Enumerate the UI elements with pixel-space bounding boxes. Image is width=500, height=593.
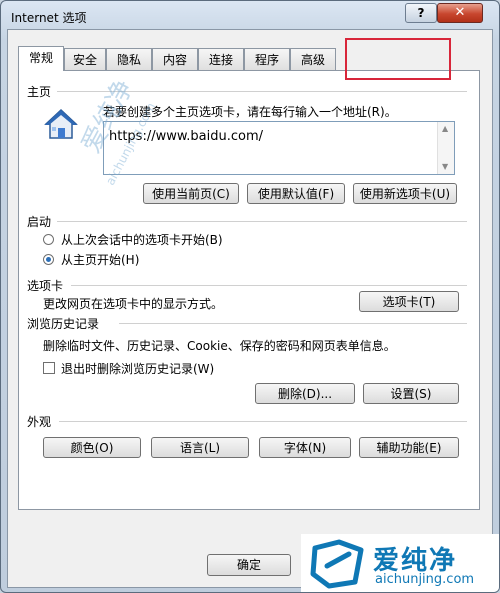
tab-programs[interactable]: 程序 <box>244 48 290 70</box>
home-page-url-input[interactable]: https://www.baidu.com/ ▲ ▼ <box>103 121 455 175</box>
divider <box>59 421 467 422</box>
divider <box>71 285 467 286</box>
history-description: 删除临时文件、历史记录、Cookie、保存的密码和网页表单信息。 <box>43 339 396 353</box>
use-current-button[interactable]: 使用当前页(C) <box>143 183 239 204</box>
startup-title: 启动 <box>27 215 52 229</box>
watermark-logo-icon <box>309 538 365 590</box>
delete-on-exit-checkbox[interactable] <box>43 362 55 374</box>
tab-security[interactable]: 安全 <box>64 48 106 70</box>
tabs-settings-button[interactable]: 选项卡(T) <box>359 291 459 312</box>
scroll-up-icon[interactable]: ▲ <box>442 124 448 133</box>
title-bar: Internet 选项 ? ✕ <box>1 1 499 31</box>
tab-advanced[interactable]: 高级 <box>290 48 336 70</box>
home-page-title: 主页 <box>27 85 52 99</box>
tabs-section-description: 更改网页在选项卡中的显示方式。 <box>43 297 224 311</box>
watermark-logo: 爱纯净 aichunjing.com <box>301 534 499 592</box>
divider <box>119 323 467 324</box>
use-new-tab-button[interactable]: 使用新选项卡(U) <box>353 183 457 204</box>
close-button[interactable]: ✕ <box>437 3 483 23</box>
tab-connections[interactable]: 连接 <box>198 48 244 70</box>
dialog-body: 常规 安全 隐私 内容 连接 程序 高级 主页 若要创建多个主页选项卡，请在每行… <box>7 29 493 588</box>
internet-options-window: Internet 选项 ? ✕ 常规 安全 隐私 内容 连接 程序 高级 主页 <box>0 0 500 593</box>
use-default-button[interactable]: 使用默认值(F) <box>247 183 345 204</box>
tab-privacy[interactable]: 隐私 <box>106 48 152 70</box>
history-title: 浏览历史记录 <box>27 317 100 331</box>
appearance-title: 外观 <box>27 415 52 429</box>
colors-button[interactable]: 颜色(O) <box>43 437 141 458</box>
watermark-url: aichunjing.com <box>375 572 475 587</box>
divider <box>57 221 467 222</box>
home-page-scrollbar[interactable]: ▲ ▼ <box>437 122 454 174</box>
tab-general[interactable]: 常规 <box>18 46 64 71</box>
fonts-button[interactable]: 字体(N) <box>259 437 351 458</box>
radio-last-session[interactable] <box>43 234 54 245</box>
accessibility-button[interactable]: 辅助功能(E) <box>359 437 459 458</box>
window-title: Internet 选项 <box>11 11 87 25</box>
scroll-down-icon[interactable]: ▼ <box>442 162 448 171</box>
languages-button[interactable]: 语言(L) <box>151 437 249 458</box>
tabs-section-title: 选项卡 <box>27 279 64 293</box>
tab-content[interactable]: 内容 <box>152 48 198 70</box>
radio-home-page[interactable] <box>43 254 54 265</box>
radio-home-page-label[interactable]: 从主页开始(H) <box>61 251 139 268</box>
delete-history-button[interactable]: 删除(D)... <box>255 383 355 404</box>
help-button[interactable]: ? <box>405 3 437 23</box>
ok-button[interactable]: 确定 <box>207 554 291 576</box>
delete-on-exit-label[interactable]: 退出时删除浏览历史记录(W) <box>61 360 214 377</box>
history-settings-button[interactable]: 设置(S) <box>363 383 459 404</box>
tab-strip: 常规 安全 隐私 内容 连接 程序 高级 <box>18 46 478 71</box>
radio-last-session-label[interactable]: 从上次会话中的选项卡开始(B) <box>61 231 223 248</box>
